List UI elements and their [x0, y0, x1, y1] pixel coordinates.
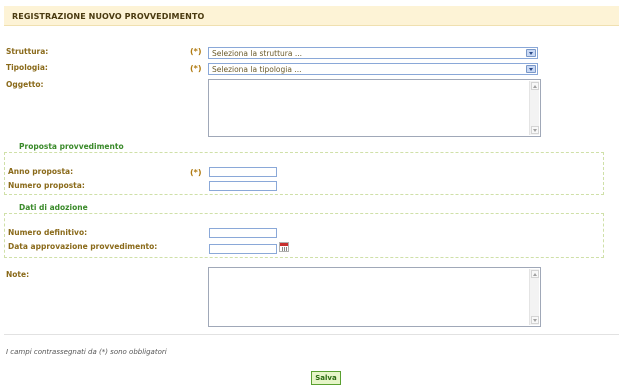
struttura-label: Struttura:	[6, 47, 49, 56]
calendar-icon[interactable]	[279, 242, 289, 252]
proposta-legend: Proposta provvedimento	[17, 142, 126, 151]
struttura-select-value: Seleziona la struttura ...	[212, 49, 303, 58]
oggetto-textarea[interactable]	[208, 79, 541, 137]
numero-proposta-input[interactable]	[209, 181, 277, 191]
form-header: REGISTRAZIONE NUOVO PROVVEDIMENTO	[4, 6, 619, 26]
tipologia-select[interactable]: Seleziona la tipologia ...	[208, 63, 538, 75]
form-title: REGISTRAZIONE NUOVO PROVVEDIMENTO	[12, 12, 205, 21]
scroll-down-icon[interactable]	[531, 126, 539, 134]
save-button[interactable]: Salva	[311, 371, 341, 385]
chevron-down-icon[interactable]	[526, 49, 536, 57]
chevron-down-icon[interactable]	[526, 65, 536, 73]
tipologia-required-marker: (*)	[190, 64, 202, 73]
adozione-fieldset	[4, 213, 604, 258]
numero-definitivo-input[interactable]	[209, 228, 277, 238]
scroll-up-icon[interactable]	[531, 82, 539, 90]
oggetto-scrollbar[interactable]	[529, 81, 539, 135]
required-fields-note: I campi contrassegnati da (*) sono obbli…	[6, 348, 167, 356]
numero-proposta-label: Numero proposta:	[8, 181, 85, 190]
note-textarea[interactable]	[208, 267, 541, 327]
numero-definitivo-label: Numero definitivo:	[8, 228, 88, 237]
proposta-fieldset	[4, 152, 604, 195]
anno-proposta-label: Anno proposta:	[8, 167, 74, 176]
scroll-up-icon[interactable]	[531, 270, 539, 278]
data-approvazione-label: Data approvazione provvedimento:	[8, 242, 158, 251]
adozione-legend: Dati di adozione	[17, 203, 90, 212]
note-scrollbar[interactable]	[529, 269, 539, 325]
tipologia-label: Tipologia:	[6, 63, 48, 72]
form-divider	[4, 334, 619, 335]
scroll-down-icon[interactable]	[531, 316, 539, 324]
struttura-required-marker: (*)	[190, 47, 202, 56]
anno-proposta-input[interactable]	[209, 167, 277, 177]
oggetto-label: Oggetto:	[6, 80, 44, 89]
tipologia-select-value: Seleziona la tipologia ...	[212, 65, 302, 74]
data-approvazione-input[interactable]	[209, 244, 277, 254]
anno-required-marker: (*)	[190, 168, 202, 177]
note-label: Note:	[6, 270, 30, 279]
struttura-select[interactable]: Seleziona la struttura ...	[208, 47, 538, 59]
